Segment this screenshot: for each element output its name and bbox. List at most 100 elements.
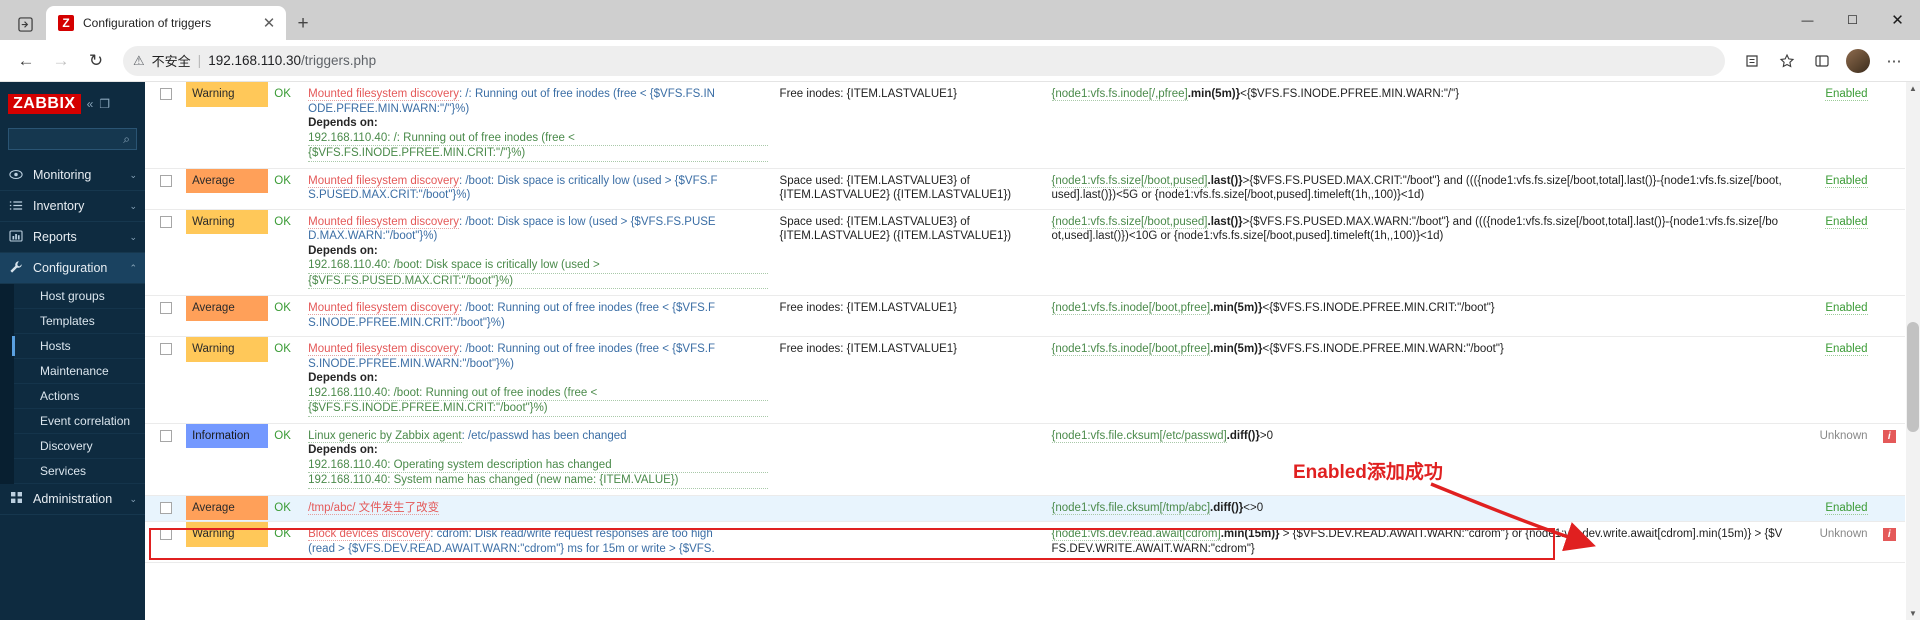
scroll-down-icon[interactable]: ▼	[1908, 609, 1918, 618]
expression-item[interactable]: {node1:vfs.fs.size[/boot,pused]	[1051, 215, 1208, 229]
minimize-icon[interactable]: —	[1785, 0, 1830, 40]
state-cell[interactable]: Enabled	[1788, 295, 1874, 337]
sidebar-item-hosts[interactable]: Hosts	[12, 334, 145, 359]
forward-icon[interactable]: →	[45, 45, 77, 77]
trigger-name-prefix[interactable]: Mounted filesystem discovery	[308, 174, 459, 188]
trigger-name-prefix[interactable]: Linux generic by Zabbix agent	[308, 429, 462, 443]
sidebar-item-monitoring[interactable]: Monitoring ⌄	[0, 160, 145, 191]
trigger-name-prefix[interactable]: Mounted filesystem discovery	[308, 343, 459, 356]
trigger-name-prefix[interactable]: Mounted filesystem discovery	[308, 302, 459, 315]
close-tab-icon[interactable]: ✕	[260, 14, 278, 32]
row-checkbox[interactable]	[159, 429, 172, 442]
sidebar-search-input[interactable]: ⌕	[8, 128, 137, 150]
scroll-up-icon[interactable]: ▲	[1908, 84, 1918, 93]
expression-item[interactable]: {node1:vfs.fs.inode[/boot,pfree]	[1051, 343, 1211, 356]
depends-item[interactable]: 192.168.110.40: /boot: Disk space is cri…	[308, 258, 768, 274]
trigger-name-main[interactable]: : /boot: Running out of free inodes (fre…	[459, 343, 715, 355]
trigger-name-prefix[interactable]: Mounted filesystem discovery	[308, 215, 459, 229]
avatar[interactable]	[1846, 48, 1870, 73]
state-cell[interactable]: Unknown	[1788, 423, 1874, 496]
info-cell[interactable]: i	[1873, 521, 1905, 563]
row-checkbox-cell[interactable]	[145, 82, 187, 169]
table-row[interactable]: Warning OK Mounted filesystem discovery:…	[145, 209, 1905, 296]
row-checkbox[interactable]	[159, 501, 172, 514]
settings-more-icon[interactable]: ⋯	[1878, 45, 1910, 77]
state-cell[interactable]: Enabled	[1788, 495, 1874, 522]
status-badge[interactable]: Enabled	[1825, 302, 1868, 315]
sidebar-item-discovery[interactable]: Discovery	[14, 434, 145, 459]
depends-item[interactable]: 192.168.110.40: System name has changed …	[308, 473, 768, 489]
trigger-name-main[interactable]: : /boot: Disk space is low (used > {$VFS…	[459, 216, 716, 228]
depends-item[interactable]: 192.168.110.40: /boot: Running out of fr…	[308, 386, 768, 401]
depends-item[interactable]: {$VFS.FS.INODE.PFREE.MIN.CRIT:"/boot"}%)	[308, 401, 768, 417]
row-checkbox[interactable]	[159, 215, 172, 228]
trigger-name-main[interactable]: : /boot: Disk space is critically low (u…	[459, 175, 718, 187]
expression-item[interactable]: {node1:vfs.fs.size[/boot,pused]	[1051, 174, 1208, 188]
sidebar-item-event-correlation[interactable]: Event correlation	[14, 409, 145, 434]
vertical-scrollbar[interactable]: ▲ ▼	[1906, 82, 1920, 620]
state-cell[interactable]: Enabled	[1788, 82, 1874, 169]
depends-item[interactable]: {$VFS.FS.INODE.PFREE.MIN.CRIT:"/"}%)	[308, 146, 768, 162]
status-badge[interactable]: Enabled	[1825, 343, 1868, 356]
expression-item[interactable]: {node1:vfs.fs.inode[/boot,pfree]	[1051, 302, 1211, 315]
reload-icon[interactable]: ↻	[80, 45, 112, 77]
info-icon[interactable]: i	[1882, 528, 1896, 541]
table-row[interactable]: Warning OK Mounted filesystem discovery:…	[145, 336, 1905, 424]
expression-item[interactable]: {node1:vfs.file.cksum[/etc/passwd]	[1051, 429, 1227, 443]
state-cell[interactable]: Enabled	[1788, 336, 1874, 424]
info-cell[interactable]: i	[1873, 423, 1905, 496]
row-checkbox[interactable]	[159, 343, 172, 355]
row-checkbox-cell[interactable]	[145, 423, 187, 496]
row-checkbox[interactable]	[159, 528, 172, 540]
row-checkbox[interactable]	[159, 302, 172, 314]
status-badge[interactable]: Enabled	[1825, 174, 1868, 188]
trigger-name-main[interactable]: : /etc/passwd has been changed	[462, 430, 627, 442]
sidebar-item-configuration[interactable]: Configuration ⌃	[0, 253, 145, 284]
browser-tab[interactable]: Z Configuration of triggers ✕	[46, 6, 286, 40]
table-row[interactable]: Information OK Linux generic by Zabbix a…	[145, 423, 1905, 496]
tab-list-icon[interactable]	[6, 8, 44, 40]
state-cell[interactable]: Enabled	[1788, 209, 1874, 296]
info-icon[interactable]: i	[1882, 429, 1896, 443]
collections-icon[interactable]	[1736, 45, 1768, 77]
expression-item[interactable]: {node1:vfs.fs.inode[/,pfree]	[1051, 88, 1188, 101]
table-row[interactable]: Average OK /tmp/abc/ 文件发生了改变 {node1:vfs.…	[145, 495, 1905, 522]
depends-item[interactable]: 192.168.110.40: /: Running out of free i…	[308, 131, 768, 146]
row-checkbox[interactable]	[159, 174, 172, 187]
row-checkbox-cell[interactable]	[145, 168, 187, 210]
row-checkbox-cell[interactable]	[145, 495, 187, 522]
sidebar-item-templates[interactable]: Templates	[14, 309, 145, 334]
row-checkbox[interactable]	[159, 88, 172, 100]
status-badge[interactable]: Enabled	[1825, 215, 1868, 229]
scrollbar-thumb[interactable]	[1907, 322, 1919, 432]
sidebar-item-maintenance[interactable]: Maintenance	[14, 359, 145, 384]
address-bar[interactable]: ⚠ 不安全 | 192.168.110.30/triggers.php	[123, 45, 1725, 76]
browser-essentials-icon[interactable]	[1806, 45, 1838, 77]
status-badge[interactable]: Unknown	[1820, 528, 1868, 540]
trigger-name-prefix[interactable]: Mounted filesystem discovery	[308, 88, 459, 101]
trigger-name-main[interactable]: : /boot: Running out of free inodes (fre…	[459, 302, 715, 314]
table-row[interactable]: Warning OK Mounted filesystem discovery:…	[145, 82, 1905, 169]
sidebar-item-actions[interactable]: Actions	[14, 384, 145, 409]
compact-sidebar-icon[interactable]: ❐	[99, 97, 110, 111]
trigger-name-main[interactable]: : cdrom: Disk read/write request respons…	[430, 528, 713, 540]
row-checkbox-cell[interactable]	[145, 521, 187, 563]
zabbix-logo[interactable]: ZABBIX	[8, 94, 81, 114]
table-row[interactable]: Warning OK Block devices discovery: cdro…	[145, 521, 1905, 563]
expression-item[interactable]: {node1:vfs.file.cksum[/tmp/abc]	[1051, 501, 1211, 515]
row-checkbox-cell[interactable]	[145, 295, 187, 337]
trigger-name-main[interactable]: /tmp/abc/ 文件发生了改变	[308, 501, 440, 515]
trigger-name-main[interactable]: : /: Running out of free inodes (free < …	[459, 88, 715, 100]
expression-item[interactable]: {node1:vfs.dev.read.await[cdrom]	[1051, 528, 1221, 541]
row-checkbox-cell[interactable]	[145, 336, 187, 424]
sidebar-item-administration[interactable]: Administration ⌄	[0, 484, 145, 515]
sidebar-item-inventory[interactable]: Inventory ⌄	[0, 191, 145, 222]
collapse-sidebar-icon[interactable]: «	[87, 97, 94, 111]
table-row[interactable]: Average OK Mounted filesystem discovery:…	[145, 295, 1905, 337]
trigger-name-prefix[interactable]: Block devices discovery	[308, 528, 431, 541]
status-badge[interactable]: Unknown	[1820, 430, 1868, 442]
depends-item[interactable]: {$VFS.FS.PUSED.MAX.CRIT:"/boot"}%)	[308, 274, 768, 289]
maximize-icon[interactable]: ☐	[1830, 0, 1875, 40]
sidebar-item-host-groups[interactable]: Host groups	[14, 284, 145, 309]
depends-item[interactable]: 192.168.110.40: Operating system descrip…	[308, 458, 768, 473]
